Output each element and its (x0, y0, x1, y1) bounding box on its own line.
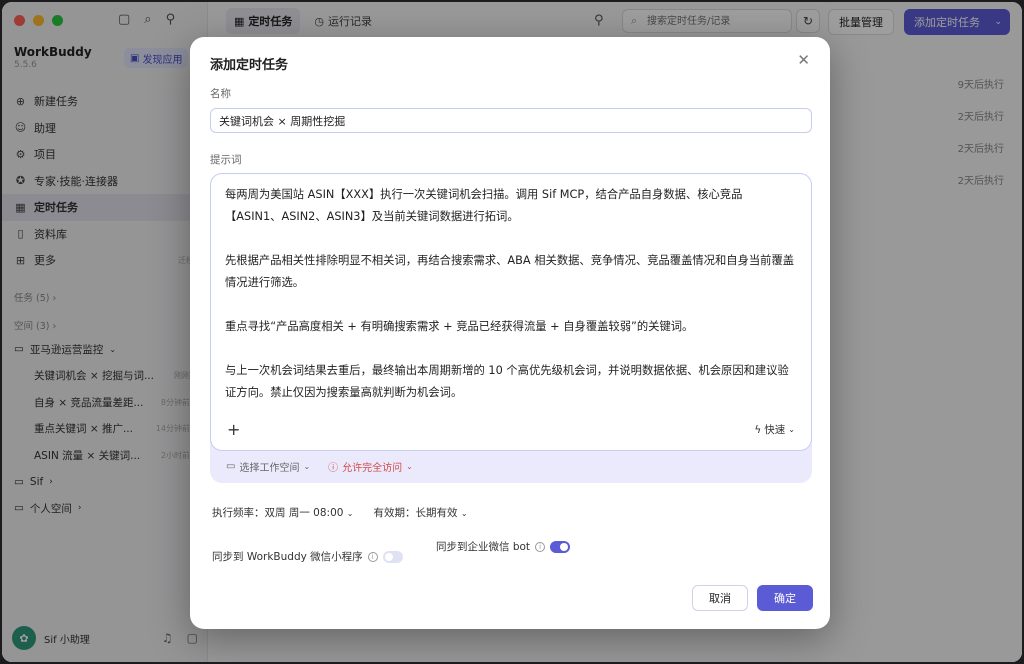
info-icon[interactable]: i (535, 541, 546, 552)
workspace-select[interactable]: ▭ 选择工作空间 ⌄ (226, 459, 310, 474)
add-attachment-icon[interactable]: + (227, 420, 240, 439)
close-icon[interactable]: ✕ (797, 51, 810, 69)
sync-mini-program-toggle[interactable] (382, 550, 403, 563)
full-access-select[interactable]: ⓘ 允许完全访问 ⌄ (328, 459, 413, 474)
prompt-paragraph: 每两周为美国站 ASIN【XXX】执行一次关键词机会扫描。调用 Sif MCP，… (225, 188, 743, 223)
prompt-label: 提示词 (210, 154, 242, 166)
chevron-down-icon: ⌄ (406, 462, 413, 471)
quick-mode-select[interactable]: ϟ 快速 ⌄ (754, 422, 795, 437)
folder-icon: ▭ (226, 461, 236, 472)
app-window: ▢ ⌕ ⚲ WorkBuddy 5.5.6 ▣ 发现应用 ⊕ 新建任务 ☺ 助理 ⚙… (2, 2, 1022, 662)
prompt-textarea[interactable]: 每两周为美国站 ASIN【XXX】执行一次关键词机会扫描。调用 Sif MCP，… (210, 173, 812, 451)
name-input[interactable]: 关键词机会 × 周期性挖掘 (210, 108, 812, 133)
info-icon[interactable]: i (367, 551, 378, 562)
lightning-icon: ϟ (754, 423, 762, 436)
chevron-down-icon: ⌄ (788, 425, 795, 434)
frequency-select[interactable]: 执行频率：双周 周一 08:00 ⌄ (212, 505, 353, 520)
add-task-dialog: 添加定时任务 ✕ 名称 关键词机会 × 周期性挖掘 提示词 每两周为美国站 AS… (190, 37, 830, 629)
chevron-down-icon: ⌄ (303, 462, 311, 471)
sync-mini-program: 同步到 WorkBuddy 微信小程序 i (212, 549, 403, 564)
chevron-down-icon: ⌄ (346, 509, 354, 518)
prompt-paragraph: 先根据产品相关性排除明显不相关词，再结合搜索需求、ABA 相关数据、竞争情况、竞… (225, 254, 795, 289)
prompt-container: 每两周为美国站 ASIN【XXX】执行一次关键词机会扫描。调用 Sif MCP，… (210, 173, 812, 483)
chevron-down-icon: ⌄ (460, 509, 468, 518)
prompt-paragraph: 重点寻找“产品高度相关 + 有明确搜索需求 + 竞品已经获得流量 + 自身覆盖较… (225, 320, 694, 333)
prompt-paragraph: 与上一次机会词结果去重后，最终输出本周期新增的 10 个高优先级机会词，并说明数… (225, 364, 789, 399)
sync-wecom-toggle[interactable] (550, 540, 571, 553)
sync-wecom-bot: 同步到企业微信 bot i (436, 539, 571, 554)
alert-circle-icon: ⓘ (328, 463, 339, 474)
validity-select[interactable]: 有效期：长期有效 ⌄ (373, 505, 467, 520)
dialog-title: 添加定时任务 (210, 58, 289, 73)
cancel-button[interactable]: 取消 (692, 585, 748, 611)
name-label: 名称 (210, 88, 231, 100)
confirm-button[interactable]: 确定 (757, 585, 813, 611)
